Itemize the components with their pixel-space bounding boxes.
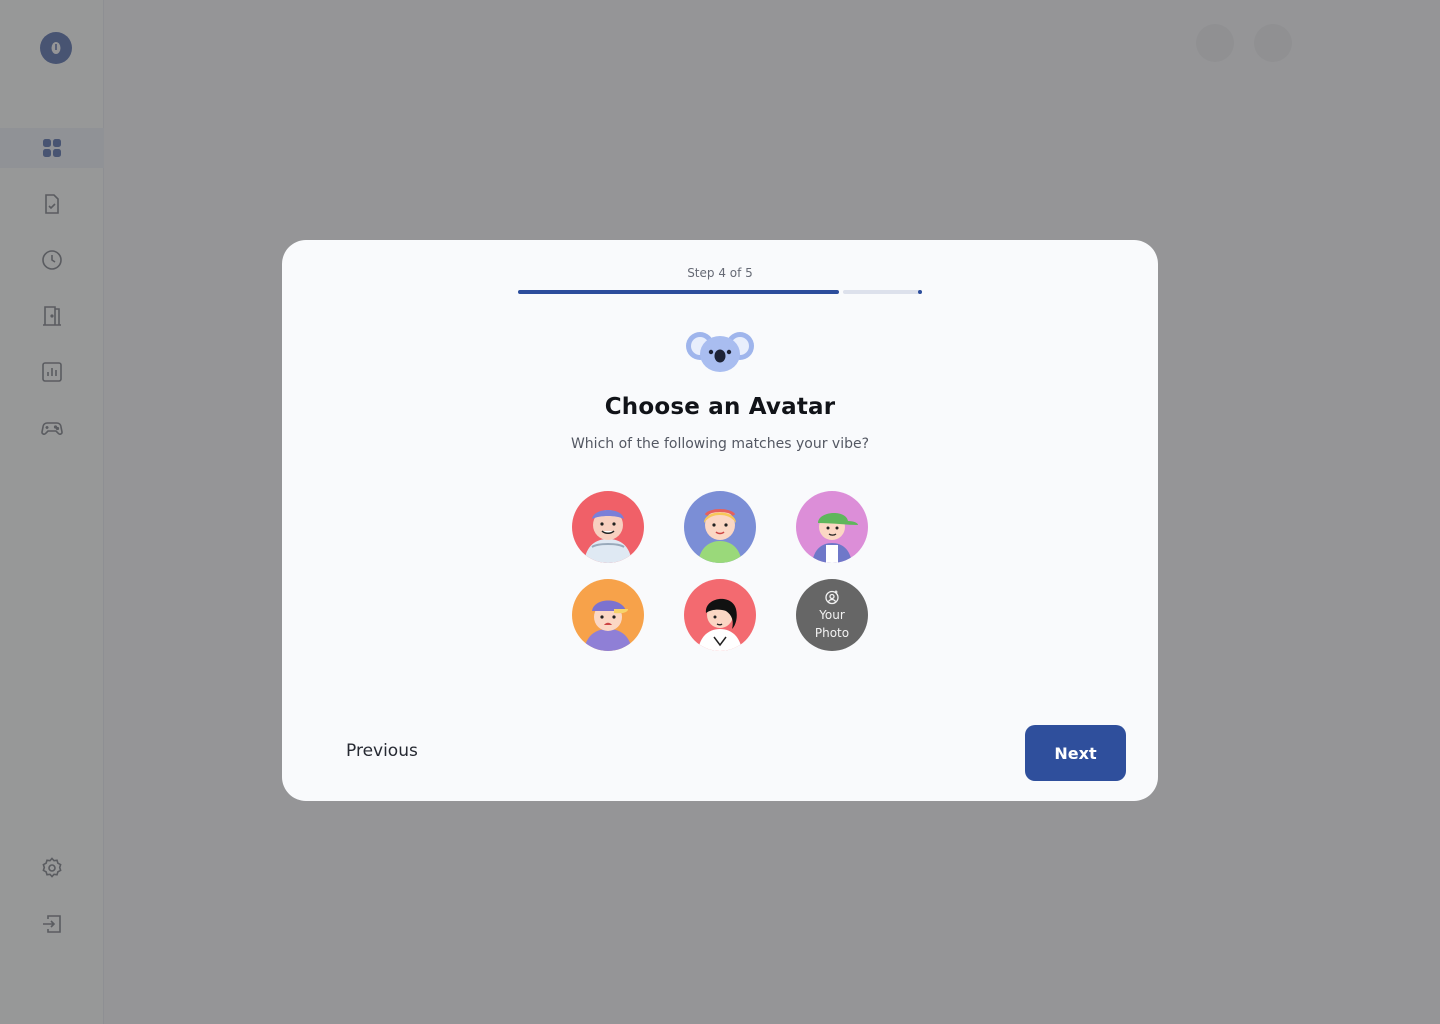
avatar-option-1[interactable] (572, 491, 644, 563)
progress-bar-track (843, 290, 922, 294)
your-photo-line2: Photo (814, 625, 850, 640)
avatar-grid: Your Photo (572, 491, 868, 651)
step-label: Step 4 of 5 (687, 266, 753, 280)
camera-user-icon (825, 590, 839, 604)
avatar-option-2[interactable] (684, 491, 756, 563)
onboarding-modal: Step 4 of 5 Choose an Avatar Which of th… (282, 240, 1158, 801)
avatar-option-5[interactable] (684, 579, 756, 651)
avatar-option-3[interactable] (796, 491, 868, 563)
your-photo-option[interactable]: Your Photo (796, 579, 868, 651)
modal-subtitle: Which of the following matches your vibe… (570, 436, 870, 452)
koala-icon (686, 332, 754, 372)
next-button[interactable]: Next (1025, 725, 1126, 781)
modal-title: Choose an Avatar (604, 394, 836, 420)
progress-bar-end-dot (918, 290, 922, 294)
your-photo-line1: Your (819, 607, 845, 622)
avatar-option-4[interactable] (572, 579, 644, 651)
progress-bar-fill (518, 290, 839, 294)
previous-button[interactable]: Previous (346, 741, 418, 761)
